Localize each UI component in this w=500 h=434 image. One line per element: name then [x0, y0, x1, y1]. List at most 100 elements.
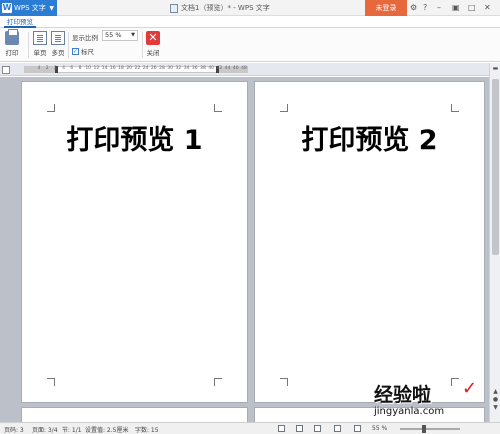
select-browse-icon[interactable]: ● [491, 396, 500, 404]
zoom-label: 显示比例 [72, 34, 98, 42]
close-label: 关闭 [146, 49, 160, 57]
watermark-check-icon: ✓ [462, 378, 478, 399]
scrollbar-thumb[interactable] [492, 79, 499, 255]
margin-corner [280, 378, 288, 386]
status-chars: 字数: 15 [135, 427, 159, 434]
document-icon [170, 3, 178, 13]
close-icon: ✕ [146, 31, 160, 45]
login-button[interactable]: 未登录 [365, 0, 407, 16]
ruler-number: 14 [101, 66, 108, 71]
multi-page-label: 多页 [51, 49, 65, 57]
wps-logo-icon: W [2, 3, 12, 13]
close-preview-button[interactable]: ✕ 关闭 [146, 31, 160, 57]
print-preview-toolbar: 打印 单页 多页 显示比例 55 % ▼ ✓ 标尺 ✕ 关闭 [0, 28, 500, 62]
single-page-icon [33, 31, 47, 45]
ruler-number: 4 [62, 66, 66, 71]
chevron-down-icon: ▼ [131, 32, 135, 38]
print-icon [5, 29, 19, 45]
margin-corner [451, 104, 459, 112]
scroll-down-icon[interactable]: ▼ [491, 404, 500, 412]
single-page-button[interactable]: 单页 [33, 31, 47, 57]
margin-corner [280, 104, 288, 112]
ruler-toggle-icon[interactable]: ▬ [491, 65, 500, 73]
preview-page-3 [21, 407, 248, 422]
ruler-number: 18 [118, 66, 124, 71]
restore-icon[interactable]: ▣ [452, 3, 460, 13]
maximize-icon[interactable]: □ [468, 3, 476, 13]
ruler-number: 6 [70, 66, 74, 71]
margin-corner [47, 378, 55, 386]
preview-page-1: 打印预览 1 [21, 81, 248, 403]
multi-page-icon [51, 31, 65, 45]
zoom-slider[interactable] [400, 425, 460, 433]
toolbar-divider [142, 32, 143, 58]
toolbar-divider [68, 32, 69, 58]
title-bar: W WPS 文字 ▼ 文档1（预览）* - WPS 文字 未登录 ⚙ ? – ▣… [0, 0, 500, 16]
print-button[interactable]: 打印 [5, 29, 19, 57]
status-section: 节: 1/1 [62, 427, 82, 434]
document-preview-area[interactable]: 打印预览 1 打印预览 2 [0, 77, 489, 422]
margin-corner [47, 104, 55, 112]
multi-page-button[interactable]: 多页 [51, 31, 65, 57]
full-screen-icon[interactable] [354, 425, 361, 432]
zoom-slider-knob[interactable] [422, 425, 426, 433]
single-page-label: 单页 [33, 49, 47, 57]
app-menu-button[interactable]: W WPS 文字 ▼ [0, 0, 57, 16]
ruler-number: 38 [200, 66, 206, 71]
chevron-down-icon: ▼ [49, 4, 54, 12]
ruler-number: 34 [183, 66, 190, 71]
ribbon-tab-row: 打印预览 [0, 16, 500, 28]
window-title: 文档1（预览）* - WPS 文字 [170, 3, 270, 13]
zoom-select-value: 55 % [105, 31, 122, 39]
page-heading: 打印预览 1 [66, 125, 203, 156]
outline-view-icon[interactable] [314, 425, 321, 432]
ruler-label: 标尺 [81, 48, 94, 56]
ruler-number: 36 [191, 66, 198, 71]
print-label: 打印 [5, 49, 19, 57]
status-page: 页码: 3 [4, 427, 24, 434]
ruler-number: 12 [93, 66, 100, 71]
preview-page-2: 打印预览 2 [254, 81, 485, 403]
tab-print-preview[interactable]: 打印预览 [4, 16, 36, 28]
margin-corner [214, 378, 222, 386]
page-view-icon[interactable] [278, 425, 285, 432]
minimize-icon[interactable]: – [437, 3, 441, 13]
status-position: 设置值: 2.5厘米 [85, 427, 129, 434]
web-view-icon[interactable] [296, 425, 303, 432]
ruler-number: 10 [85, 66, 92, 71]
page-heading: 打印预览 2 [301, 125, 438, 156]
ruler-number: 32 [175, 66, 182, 71]
vertical-scrollbar[interactable]: ▬ ▲ ● ▼ [489, 63, 500, 422]
skin-icon[interactable]: ⚙ [410, 3, 417, 13]
zoom-select[interactable]: 55 % ▼ [102, 30, 138, 41]
close-window-icon[interactable]: ✕ [484, 3, 491, 13]
ruler-number: 2 [45, 66, 49, 71]
ruler-number: 44 [224, 66, 231, 71]
toolbar-divider [28, 32, 29, 58]
watermark-url: jingyanla.com [374, 406, 445, 417]
reading-view-icon[interactable] [334, 425, 341, 432]
margin-corner [214, 104, 222, 112]
ruler-number: 8 [78, 66, 82, 71]
ruler-number: 48 [241, 66, 247, 71]
ruler-number: 26 [150, 66, 157, 71]
ruler-number: 30 [167, 66, 174, 71]
ruler-number: 28 [159, 66, 165, 71]
ruler-number: 46 [232, 66, 239, 71]
ruler-number: 24 [142, 66, 149, 71]
scroll-up-icon[interactable]: ▲ [491, 388, 500, 396]
tab-stop-selector[interactable] [2, 66, 10, 74]
checkmark-icon: ✓ [72, 47, 79, 55]
window-title-text: 文档1（预览）* - WPS 文字 [181, 4, 270, 12]
help-icon[interactable]: ? [423, 3, 427, 13]
horizontal-ruler[interactable]: 4 2 2 4 6 8 10 12 14 16 18 20 22 24 26 28 30 32 34 36 38 40 42… [24, 66, 248, 73]
ruler-number: 42 [216, 66, 223, 71]
status-bar: 页码: 3 页面: 3/4 节: 1/1 设置值: 2.5厘米 字数: 15 5… [0, 422, 500, 434]
app-name: WPS 文字 [14, 4, 46, 12]
status-pages: 页面: 3/4 [32, 427, 58, 434]
ruler-checkbox[interactable]: ✓ 标尺 [72, 46, 94, 56]
ruler-number: 4 [37, 66, 41, 71]
ruler-number: 2 [53, 66, 57, 71]
ruler-number: 40 [208, 66, 215, 71]
zoom-percent: 55 % [372, 425, 388, 432]
